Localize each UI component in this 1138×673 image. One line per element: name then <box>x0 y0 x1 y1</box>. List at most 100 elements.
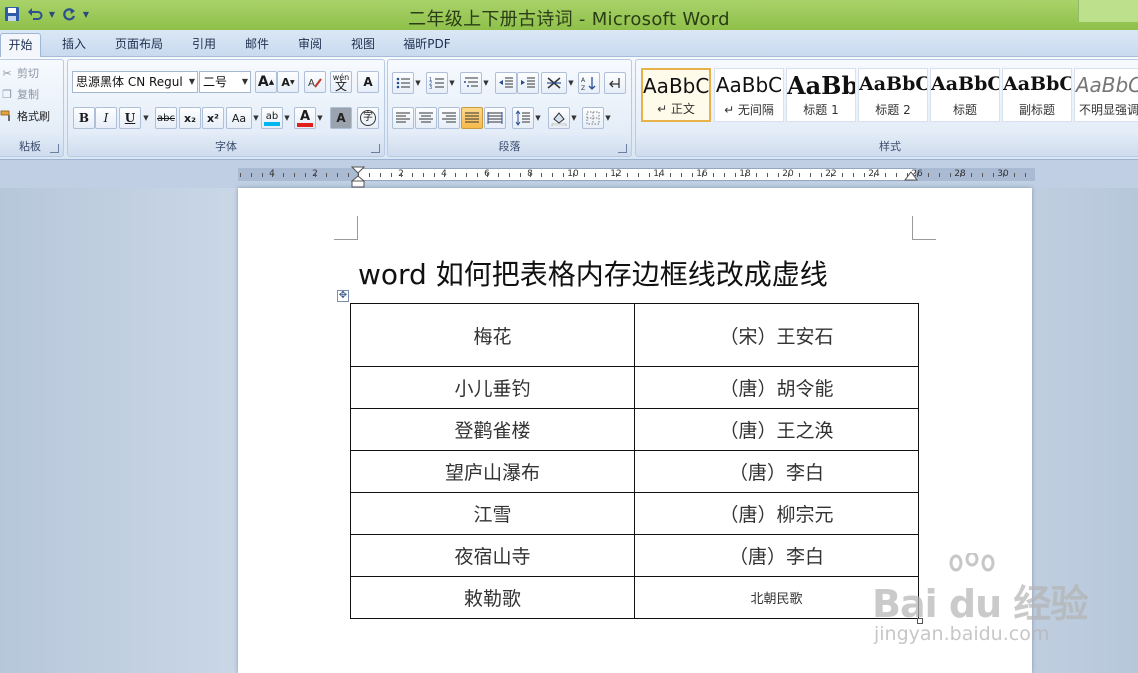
tab-foxit-pdf[interactable]: 福昕PDF <box>396 33 458 57</box>
shading-dropdown-icon[interactable]: ▼ <box>570 107 578 129</box>
font-family-select[interactable]: 思源黑体 CN Regul ▼ <box>72 71 198 93</box>
ruler-right-margin <box>915 168 1035 181</box>
ruler-tick <box>573 173 574 177</box>
character-border-icon[interactable]: A <box>357 71 379 93</box>
ruler-tick <box>251 173 252 177</box>
ruler-tick <box>864 173 865 177</box>
ruler-tick <box>692 173 693 177</box>
font-color-dropdown-icon[interactable]: ▼ <box>316 107 324 129</box>
font-color-button[interactable]: A <box>294 107 316 129</box>
ruler-tick <box>810 173 811 177</box>
indent-marker-icon[interactable] <box>351 166 365 188</box>
align-left-icon[interactable] <box>392 107 414 129</box>
poem-table[interactable]: 梅花 （宋）王安石 小儿垂钓 （唐）胡令能 登鹳雀楼 （唐）王之涣 望庐山瀑布 … <box>350 303 919 619</box>
decrease-indent-icon[interactable] <box>495 72 517 94</box>
table-cell-author[interactable]: （唐）李白 <box>634 450 919 493</box>
font-launcher-icon[interactable] <box>371 144 380 153</box>
table-move-handle-icon[interactable]: ✥ <box>337 290 349 302</box>
svg-text:Z: Z <box>581 85 585 91</box>
superscript-button[interactable]: x² <box>202 107 224 129</box>
table-cell-author[interactable]: （唐）柳宗元 <box>634 492 919 535</box>
style-heading-1[interactable]: AaBb 标题 1 <box>786 68 856 122</box>
style-no-spacing[interactable]: AaBbC ↵ 无间隔 <box>714 68 784 122</box>
numbering-dropdown-icon[interactable]: ▼ <box>448 72 456 94</box>
table-cell-poem[interactable]: 江雪 <box>350 492 635 535</box>
phonetic-guide-button[interactable]: wén 文 <box>330 71 352 93</box>
paragraph-launcher-icon[interactable] <box>618 144 627 153</box>
cut-button[interactable]: ✂ 剪切 <box>0 63 39 83</box>
tab-home[interactable]: 开始 <box>0 33 41 57</box>
increase-indent-icon[interactable] <box>517 72 539 94</box>
table-cell-author[interactable]: （唐）胡令能 <box>634 366 919 409</box>
style-heading-2[interactable]: AaBbC 标题 2 <box>858 68 928 122</box>
align-center-icon[interactable] <box>415 107 437 129</box>
window-controls[interactable] <box>1078 0 1138 22</box>
table-cell-poem[interactable]: 敕勒歌 <box>350 576 635 619</box>
subscript-button[interactable]: x₂ <box>179 107 201 129</box>
clipboard-launcher-icon[interactable] <box>50 144 59 153</box>
table-cell-poem[interactable]: 梅花 <box>350 303 635 367</box>
style-title[interactable]: AaBbC 标题 <box>930 68 1000 122</box>
tab-insert[interactable]: 插入 <box>52 33 96 57</box>
style-name: 副标题 <box>1018 103 1055 117</box>
right-indent-marker-icon[interactable] <box>904 170 918 182</box>
enclose-characters-button[interactable]: 字 <box>357 107 379 129</box>
grow-font-button[interactable]: A ▲ <box>255 71 277 93</box>
sort-icon[interactable]: AZ <box>578 72 600 94</box>
ruler-tick <box>391 173 392 177</box>
table-cell-author[interactable]: （宋）王安石 <box>634 303 919 367</box>
tab-review[interactable]: 审阅 <box>289 33 331 57</box>
underline-button[interactable]: U <box>119 107 141 129</box>
highlight-button[interactable]: ab <box>261 107 283 129</box>
style-subtitle[interactable]: AaBbC 副标题 <box>1002 68 1072 122</box>
change-case-dropdown-icon[interactable]: ▼ <box>252 107 260 129</box>
shrink-font-button[interactable]: A ▼ <box>277 71 299 93</box>
justify-icon[interactable] <box>461 107 483 129</box>
strikethrough-button[interactable]: abc <box>155 107 177 129</box>
copy-icon: ❐ <box>2 87 12 101</box>
style-subtle-emphasis[interactable]: AaBbC 不明显强调 <box>1074 68 1138 122</box>
clear-format-icon[interactable]: A <box>304 71 326 93</box>
style-preview: AaBbC <box>1075 73 1138 97</box>
character-shading-button[interactable]: A <box>330 107 352 129</box>
align-right-icon[interactable] <box>438 107 460 129</box>
table-cell-poem[interactable]: 望庐山瀑布 <box>350 450 635 493</box>
shading-icon[interactable] <box>548 107 570 129</box>
bold-button[interactable]: B <box>73 107 95 129</box>
multilevel-dropdown-icon[interactable]: ▼ <box>482 72 490 94</box>
table-cell-poem[interactable]: 夜宿山寺 <box>350 534 635 577</box>
style-preview: AaBbC <box>1003 73 1071 95</box>
highlight-dropdown-icon[interactable]: ▼ <box>283 107 291 129</box>
underline-dropdown-icon[interactable]: ▼ <box>142 107 150 129</box>
copy-button[interactable]: ❐ 复制 <box>0 84 39 104</box>
ruler-tick <box>509 173 510 177</box>
ruler-tick <box>1025 173 1026 177</box>
bullets-dropdown-icon[interactable]: ▼ <box>414 72 422 94</box>
borders-icon[interactable] <box>582 107 604 129</box>
multilevel-list-icon[interactable] <box>460 72 482 94</box>
numbering-icon[interactable]: 123 <box>426 72 448 94</box>
italic-button[interactable]: I <box>95 107 117 129</box>
tab-page-layout[interactable]: 页面布局 <box>108 33 170 57</box>
ruler-tick <box>380 173 381 177</box>
tab-references[interactable]: 引用 <box>183 33 225 57</box>
font-size-select[interactable]: 二号 ▼ <box>199 71 251 93</box>
ruler-tick <box>885 173 886 177</box>
line-spacing-icon[interactable] <box>512 107 534 129</box>
table-cell-poem[interactable]: 登鹳雀楼 <box>350 408 635 451</box>
distributed-icon[interactable] <box>484 107 506 129</box>
show-formatting-marks-icon[interactable] <box>604 72 626 94</box>
line-spacing-dropdown-icon[interactable]: ▼ <box>534 107 542 129</box>
style-normal[interactable]: AaBbC ↵ 正文 <box>641 68 711 122</box>
chinese-layout-icon[interactable] <box>541 72 567 94</box>
table-cell-author[interactable]: （唐）王之涣 <box>634 408 919 451</box>
change-case-button[interactable]: Aa <box>226 107 252 129</box>
format-painter-button[interactable]: 格式刷 <box>0 106 50 126</box>
bullets-icon[interactable] <box>392 72 414 94</box>
document-heading[interactable]: word 如何把表格内存边框线改成虚线 <box>358 253 828 293</box>
table-cell-poem[interactable]: 小儿垂钓 <box>350 366 635 409</box>
tab-mailings[interactable]: 邮件 <box>236 33 278 57</box>
tab-view[interactable]: 视图 <box>342 33 384 57</box>
borders-dropdown-icon[interactable]: ▼ <box>604 107 612 129</box>
chinese-layout-dropdown-icon[interactable]: ▼ <box>567 72 575 94</box>
